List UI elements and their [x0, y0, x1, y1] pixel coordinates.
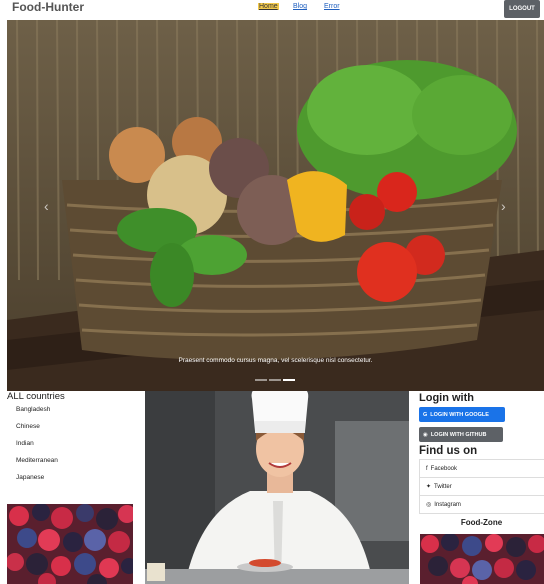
- countries-panel: ALL countries Bangladesh Chinese Indian …: [7, 391, 137, 491]
- find-us-title: Find us on: [419, 445, 478, 457]
- carousel-indicators: [255, 379, 295, 381]
- github-icon: ◉: [423, 431, 428, 438]
- right-sidebar: Login with G LOGIN WITH GOOGLE ◉ LOGIN W…: [419, 391, 544, 527]
- carousel-indicator-3[interactable]: [283, 379, 295, 381]
- social-label-instagram: Instagram: [434, 501, 461, 508]
- carousel-next-icon[interactable]: ›: [501, 198, 506, 214]
- social-item-instagram[interactable]: ◎ Instagram: [419, 496, 544, 514]
- berries-image-left: [7, 504, 133, 584]
- carousel-caption: Praesent commodo cursus magna, vel scele…: [178, 357, 373, 364]
- countries-title: ALL countries: [7, 391, 65, 402]
- social-list: f Facebook ✦ Twitter ◎ Instagram: [419, 459, 544, 514]
- login-google-button[interactable]: G LOGIN WITH GOOGLE: [419, 407, 505, 422]
- social-item-facebook[interactable]: f Facebook: [419, 460, 544, 478]
- country-item-chinese[interactable]: Chinese: [16, 423, 137, 440]
- google-icon: G: [423, 411, 428, 418]
- chef-image: [145, 391, 409, 584]
- nav-link-home[interactable]: Home: [258, 3, 279, 10]
- login-google-label: LOGIN WITH GOOGLE: [430, 411, 489, 418]
- login-github-button[interactable]: ◉ LOGIN WITH GITHUB: [419, 427, 503, 442]
- brand-logo[interactable]: Food-Hunter: [12, 0, 84, 14]
- vegetable-basket-image: [7, 20, 544, 391]
- carousel-indicator-2[interactable]: [269, 379, 281, 381]
- facebook-icon: f: [426, 465, 428, 472]
- carousel-prev-icon[interactable]: ‹: [44, 198, 49, 214]
- country-item-bangladesh[interactable]: Bangladesh: [16, 406, 137, 423]
- login-title: Login with: [419, 392, 474, 404]
- nav-link-blog[interactable]: Blog: [293, 3, 307, 10]
- social-label-facebook: Facebook: [430, 465, 458, 472]
- instagram-icon: ◎: [426, 502, 432, 508]
- hero-carousel: ‹ › Praesent commodo cursus magna, vel s…: [7, 20, 544, 391]
- country-item-mediterranean[interactable]: Mediterranean: [16, 457, 137, 474]
- navbar: Food-Hunter Home Blog Error LOGOUT: [0, 0, 544, 20]
- countries-list: Bangladesh Chinese Indian Mediterranean …: [16, 406, 137, 491]
- logout-button[interactable]: LOGOUT: [504, 0, 540, 18]
- country-item-japanese[interactable]: Japanese: [16, 474, 137, 491]
- social-label-twitter: Twitter: [434, 483, 452, 490]
- twitter-icon: ✦: [426, 484, 432, 490]
- social-item-twitter[interactable]: ✦ Twitter: [419, 478, 544, 496]
- food-zone-title: Food-Zone: [460, 518, 503, 527]
- country-item-indian[interactable]: Indian: [16, 440, 137, 457]
- nav-link-error[interactable]: Error: [324, 3, 340, 10]
- carousel-indicator-1[interactable]: [255, 379, 267, 381]
- berries-image-right: [420, 534, 544, 584]
- login-github-label: LOGIN WITH GITHUB: [430, 431, 487, 438]
